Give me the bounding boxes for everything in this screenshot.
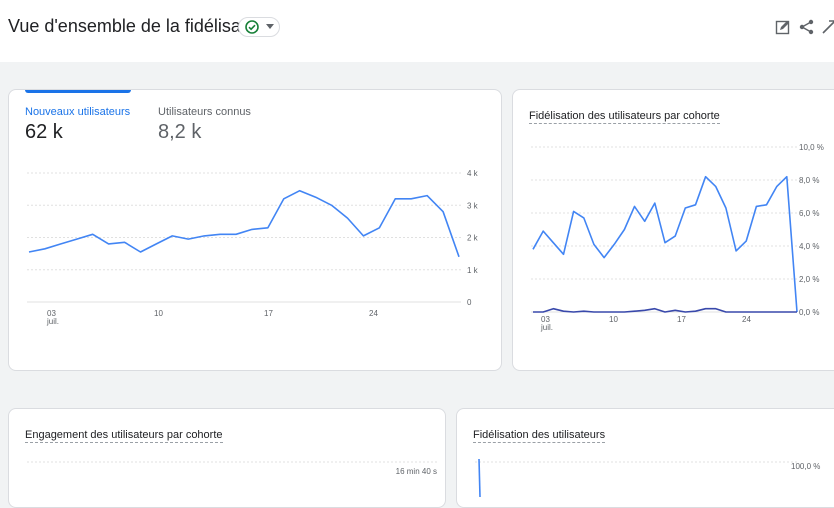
x-tick-label: 10 [609,315,618,324]
y-tick-label: 10,0 % [799,143,824,152]
edit-icon[interactable] [774,18,792,36]
series-line [533,307,797,313]
expand-icon[interactable] [820,18,834,36]
y-tick-label: 100,0 % [791,462,820,471]
check-circle-icon [245,20,259,34]
y-tick-label: 0,0 % [799,308,819,317]
share-icon[interactable] [798,18,816,36]
cohort-engagement-card: Engagement des utilisateurs par cohorte … [8,408,446,508]
series-line [28,189,460,258]
x-tick-label: juil. [46,317,59,326]
new-users-chart: 01 k2 k3 k4 k03juil.10 17 24 [27,169,479,326]
y-tick-label: 4,0 % [799,242,819,251]
user-retention-chart: 100,0 % [475,458,820,498]
series-line [478,458,481,498]
y-tick-label: 1 k [467,266,479,275]
y-tick-label: 0 [467,298,472,307]
x-tick-label: 24 [742,315,751,324]
cohort-engagement-chart: 16 min 40 s [27,461,439,476]
x-tick-label: juil. [540,323,553,332]
user-retention-card: Fidélisation des utilisateurs 100,0 % [456,408,834,508]
y-tick-label: 16 min 40 s [396,467,437,476]
series-line [532,175,798,313]
cohort-retention-card: Fidélisation des utilisateurs par cohort… [512,89,834,371]
y-tick-label: 6,0 % [799,209,819,218]
y-tick-label: 8,0 % [799,176,819,185]
x-tick-label: 17 [677,315,686,324]
x-tick-label: 10 [154,309,163,318]
page-title: Vue d'ensemble de la fidélisation [8,16,270,36]
status-dropdown[interactable] [238,17,280,37]
y-tick-label: 2 k [467,234,479,243]
new-users-card: Nouveaux utilisateurs 62 k Utilisateurs … [8,89,502,371]
cohort-retention-chart: 0,0 %2,0 %4,0 %6,0 %8,0 %10,0 %03juil.10… [531,143,824,332]
y-tick-label: 3 k [467,201,479,210]
top-bar: Vue d'ensemble de la fidélisation [0,0,834,62]
x-tick-label: 24 [369,309,378,318]
y-tick-label: 4 k [467,169,479,178]
chevron-down-icon [266,24,274,29]
x-tick-label: 17 [264,309,273,318]
y-tick-label: 2,0 % [799,275,819,284]
